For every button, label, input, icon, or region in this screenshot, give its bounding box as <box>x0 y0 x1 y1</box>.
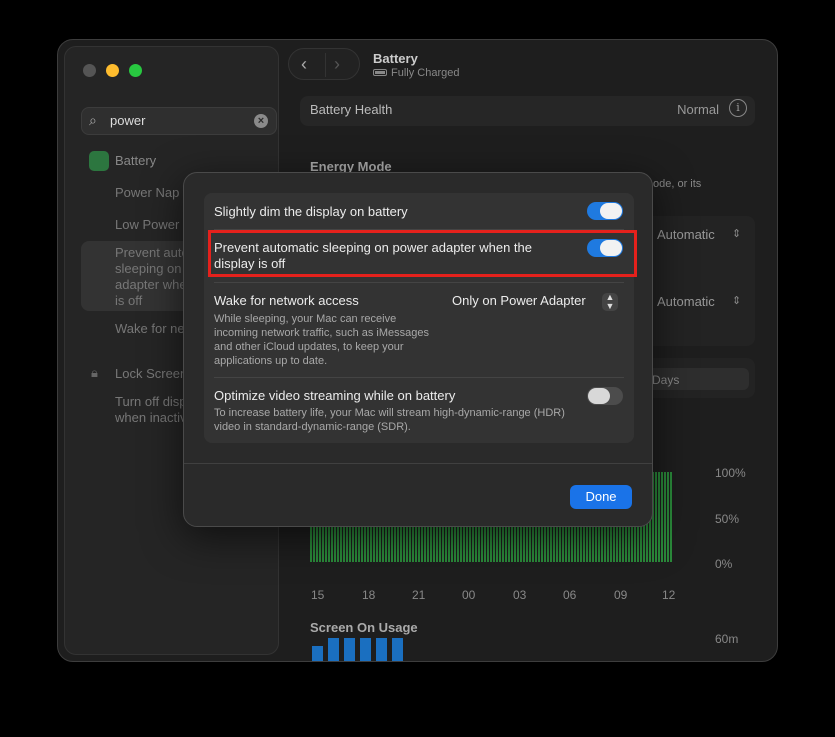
battery-status: Fully Charged <box>373 67 459 79</box>
screen-usage-bar <box>312 646 323 661</box>
wake-network-select[interactable]: Only on Power Adapter <box>452 293 586 308</box>
info-icon[interactable]: i <box>729 99 747 117</box>
battery-level-bar <box>667 472 669 562</box>
battery-level-bar <box>658 472 660 562</box>
toggle-knob <box>588 388 610 404</box>
battery-icon <box>89 151 109 171</box>
wake-network-description: While sleeping, your Mac can receive inc… <box>214 313 429 367</box>
energy-mode-adapter-select[interactable]: Automatic <box>657 294 715 309</box>
screen-usage-bar <box>344 638 355 661</box>
sidebar-item-power-nap[interactable]: Power Nap <box>115 185 179 201</box>
back-icon[interactable]: ‹ <box>301 54 307 75</box>
optimize-streaming-description: To increase battery life, your Mac will … <box>214 407 565 433</box>
battery-status-text: Fully Charged <box>391 67 460 79</box>
highlight-annotation <box>208 230 637 277</box>
sidebar-item-low-power[interactable]: Low Power M <box>115 217 194 233</box>
screen-usage-bar <box>376 638 387 661</box>
select-chevron-icon[interactable]: ▲ ▼ <box>602 293 618 311</box>
energy-mode-desc-fragment: ode, or its <box>653 178 702 190</box>
chart-x-label: 18 <box>362 588 376 602</box>
screen-on-usage-heading: Screen On Usage <box>310 620 418 635</box>
chart-x-label: 21 <box>412 588 426 602</box>
battery-health-value: Normal <box>677 102 719 117</box>
chart-x-label: 09 <box>614 588 628 602</box>
clear-search-icon[interactable]: × <box>254 114 268 128</box>
dim-display-toggle[interactable] <box>587 202 623 220</box>
navigation-buttons: ‹ › <box>288 48 360 80</box>
optimize-streaming-toggle[interactable] <box>587 387 623 405</box>
page-title: Battery <box>373 51 418 66</box>
search-icon: ⌕ <box>89 112 97 128</box>
row-divider <box>214 377 624 378</box>
toggle-knob <box>600 203 622 219</box>
battery-level-bar <box>664 472 666 562</box>
optimize-streaming-label: Optimize video streaming while on batter… <box>214 388 456 403</box>
updown-chevron-icon: ⇕ <box>732 228 742 240</box>
chart-y-label: 50% <box>715 512 740 526</box>
battery-level-bar <box>655 472 657 562</box>
dialog-footer-divider <box>184 463 652 464</box>
sidebar-item-lock-screen[interactable]: Lock Screen <box>115 366 187 382</box>
screen-usage-bar <box>360 638 371 661</box>
chart-x-label: 06 <box>563 588 577 602</box>
sidebar-item-battery[interactable]: Battery <box>115 153 156 169</box>
close-window-button[interactable] <box>83 64 96 77</box>
battery-level-bar <box>661 472 663 562</box>
search-field[interactable]: ⌕ power × <box>81 107 277 135</box>
battery-health-label: Battery Health <box>310 102 393 117</box>
chart-x-label: 12 <box>662 588 676 602</box>
chart-x-label: 00 <box>462 588 476 602</box>
search-input[interactable]: power <box>110 113 145 128</box>
chart-x-label: 15 <box>311 588 325 602</box>
lock-icon: 🔒︎ <box>91 365 98 380</box>
nav-divider <box>325 53 326 77</box>
screen-usage-bar <box>392 638 403 661</box>
days-segment-label: Days <box>652 373 680 387</box>
forward-icon[interactable]: › <box>334 54 340 75</box>
done-button[interactable]: Done <box>570 485 632 509</box>
chart-x-label: 03 <box>513 588 527 602</box>
chart-y-label: 100% <box>715 466 746 480</box>
zoom-window-button[interactable] <box>129 64 142 77</box>
energy-mode-battery-select[interactable]: Automatic <box>657 227 715 242</box>
updown-chevron-icon: ⇕ <box>732 295 742 307</box>
row-divider <box>214 282 624 283</box>
minimize-window-button[interactable] <box>106 64 119 77</box>
power-options-dialog: Slightly dim the display on battery Prev… <box>183 172 653 527</box>
usage-y-label: 60m <box>715 632 739 646</box>
wake-network-label: Wake for network access <box>214 293 359 308</box>
battery-level-bar <box>670 472 672 562</box>
battery-status-icon <box>373 69 387 76</box>
dim-display-label: Slightly dim the display on battery <box>214 204 408 219</box>
screen-usage-bar <box>328 638 339 661</box>
chart-y-label: 0% <box>715 557 733 571</box>
